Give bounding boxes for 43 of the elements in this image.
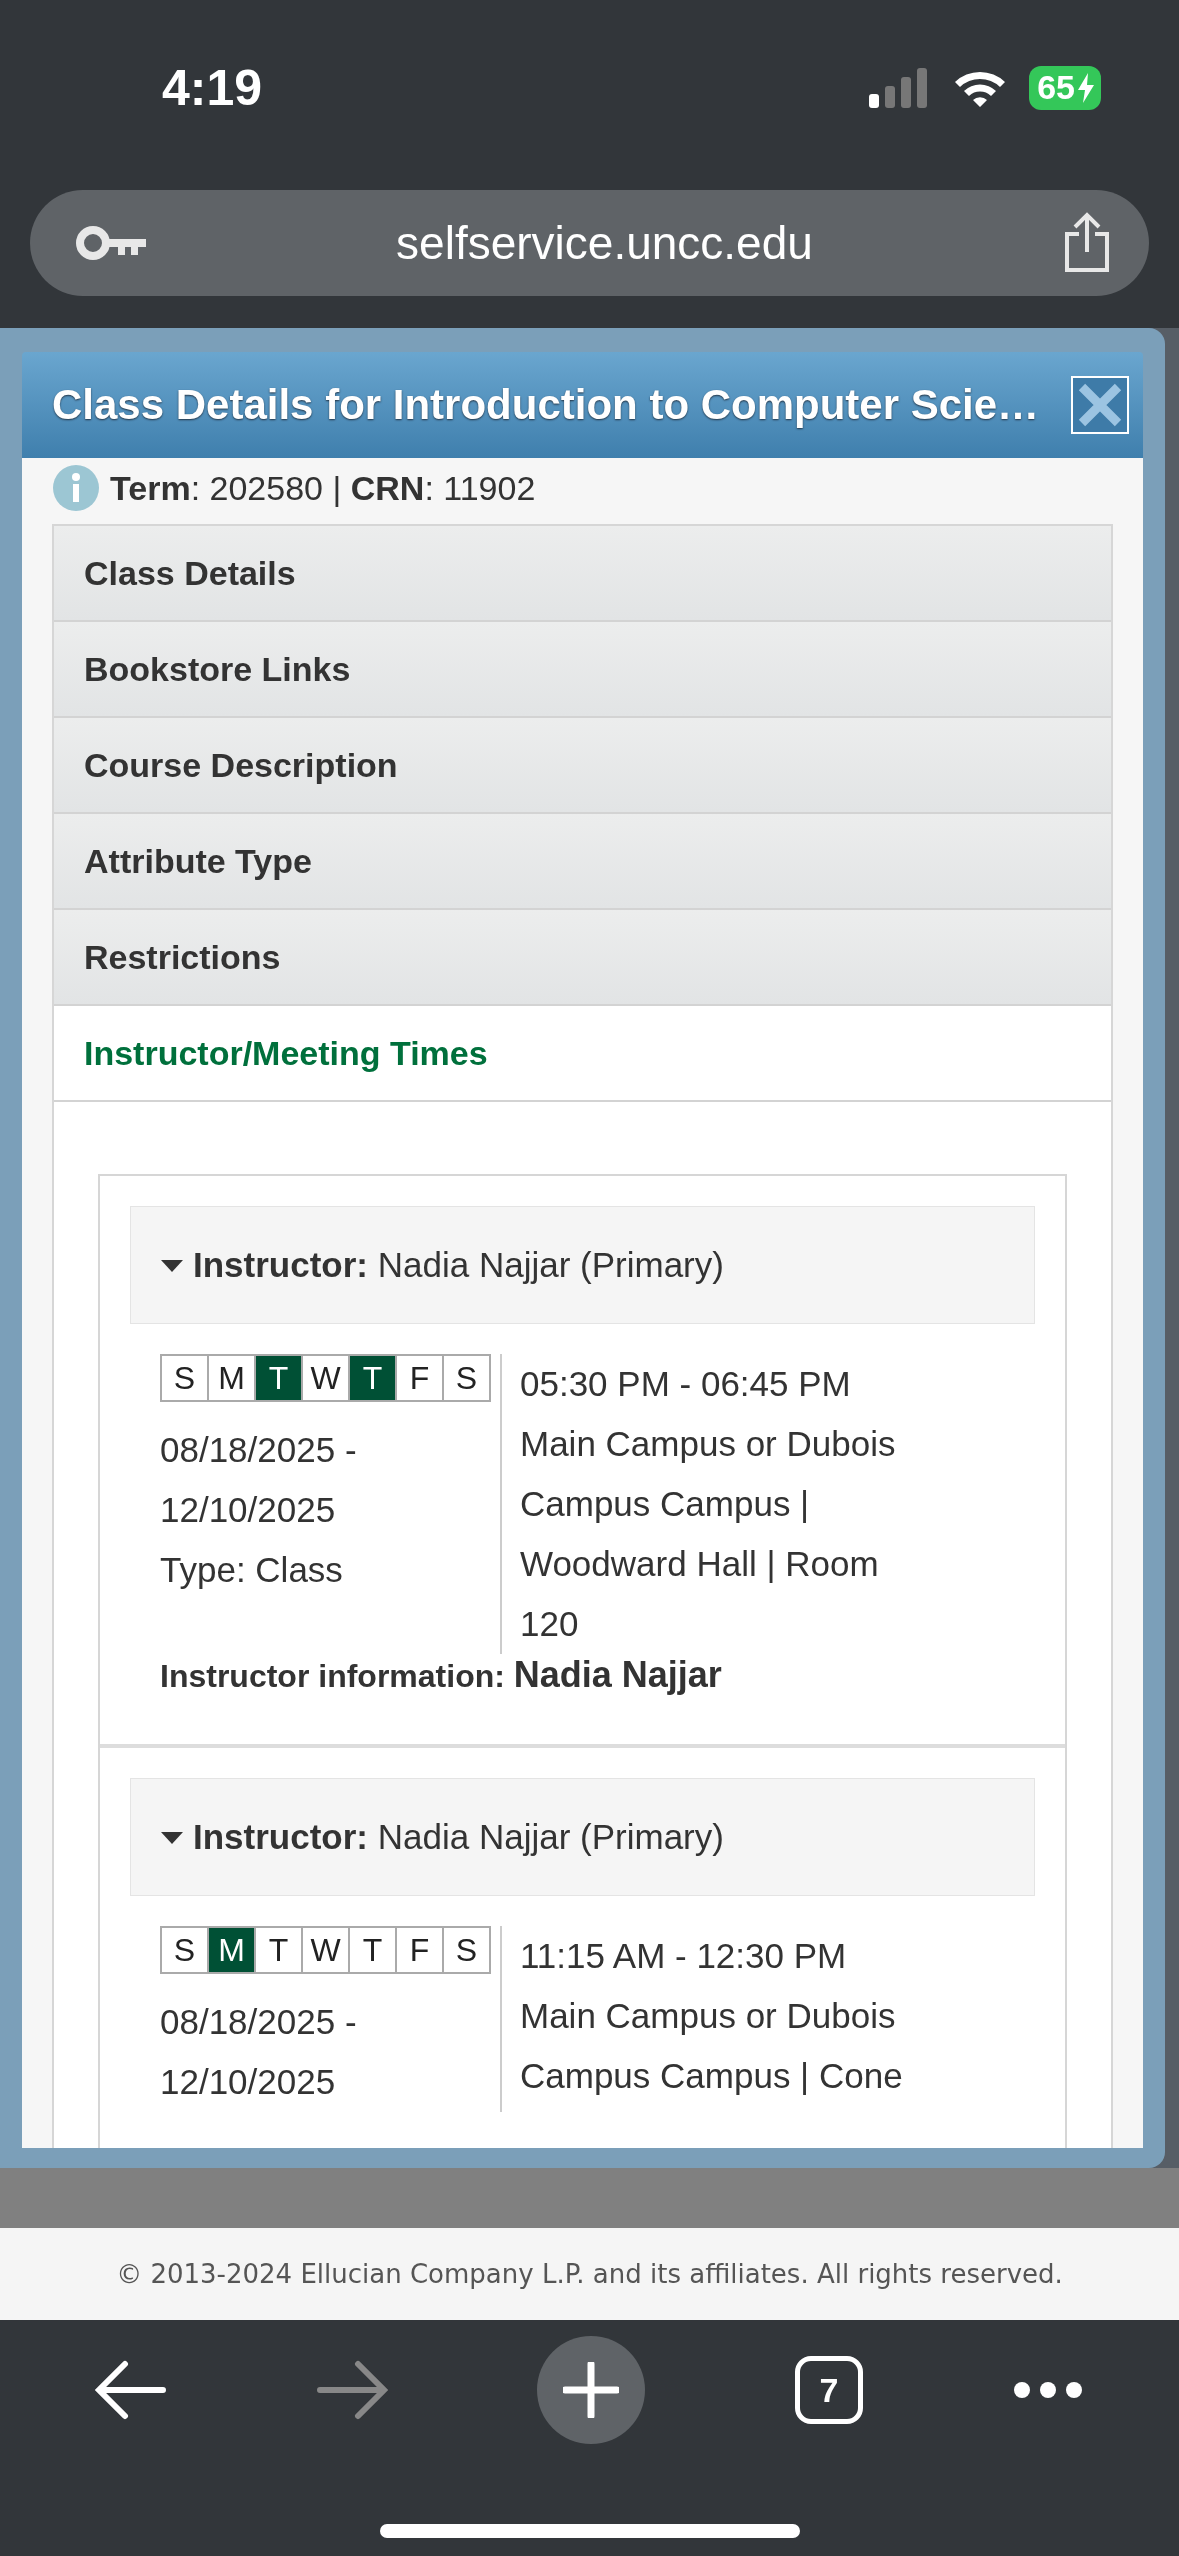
- more-button[interactable]: [1012, 2380, 1085, 2400]
- location-text: Campus Campus | Cone: [520, 2055, 903, 2097]
- section-tab[interactable]: Course Description: [54, 718, 1111, 814]
- dialog-title: Class Details for Introduction to Computer Scie…: [52, 381, 1041, 429]
- type-text: Type: Class: [160, 1549, 344, 1591]
- date-range-text: 08/18/2025 -: [160, 2001, 358, 2043]
- tabs-button[interactable]: 7: [794, 2356, 863, 2424]
- weekday-cell: T: [254, 1356, 301, 1400]
- url-text: selfservice.uncc.edu: [395, 216, 814, 270]
- date-range-text: 12/10/2025: [160, 2061, 337, 2103]
- instructor-header[interactable]: Instructor: Nadia Najjar (Primary): [130, 1206, 1035, 1324]
- forward-button[interactable]: [316, 2360, 389, 2420]
- weekday-cell: T: [348, 1356, 395, 1400]
- section-tab[interactable]: Bookstore Links: [54, 622, 1111, 718]
- date-range-text: 08/18/2025 -: [160, 1429, 358, 1471]
- copyright-text: © 2013-2024 Ellucian Company L.P. and its affiliates. All rights reserved.: [116, 2259, 1063, 2289]
- address-bar[interactable]: selfservice.uncc.edu: [30, 190, 1149, 296]
- time-text: 11:15 AM - 12:30 PM: [520, 1935, 848, 1977]
- location-text: Woodward Hall | Room: [520, 1543, 880, 1585]
- instructor-label: Instructor: Nadia Najjar (Primary): [193, 1245, 724, 1285]
- weekday-cell: M: [207, 1928, 254, 1972]
- key-icon: [76, 226, 148, 260]
- section-tab[interactable]: Restrictions: [54, 910, 1111, 1006]
- term-crn-text: Term: 202580 | CRN: 11902: [110, 468, 536, 508]
- caret-icon: [161, 1258, 183, 1272]
- status-time: 4:19: [162, 58, 263, 117]
- section-tab[interactable]: Attribute Type: [54, 814, 1111, 910]
- time-text: 05:30 PM - 06:45 PM: [520, 1363, 852, 1405]
- back-button[interactable]: [94, 2360, 167, 2420]
- location-text: Main Campus or Dubois: [520, 1423, 896, 1465]
- instructor-label: Instructor: Nadia Najjar (Primary): [193, 1817, 724, 1857]
- location-text: Campus Campus |: [520, 1483, 811, 1525]
- instructor-info-text: Instructor information: Nadia Najjar: [159, 1654, 723, 1696]
- section-tab[interactable]: Class Details: [54, 526, 1111, 622]
- plus-icon: [563, 2362, 620, 2418]
- date-range-text: 12/10/2025: [160, 1489, 337, 1531]
- battery-indicator: 65: [1029, 65, 1101, 110]
- location-text: Main Campus or Dubois: [520, 1995, 897, 2037]
- instructor-header[interactable]: Instructor: Nadia Najjar (Primary): [130, 1778, 1035, 1896]
- caret-icon: [161, 1830, 183, 1844]
- location-text: 120: [520, 1603, 580, 1645]
- close-button[interactable]: [1071, 376, 1129, 434]
- info-icon: [52, 464, 100, 512]
